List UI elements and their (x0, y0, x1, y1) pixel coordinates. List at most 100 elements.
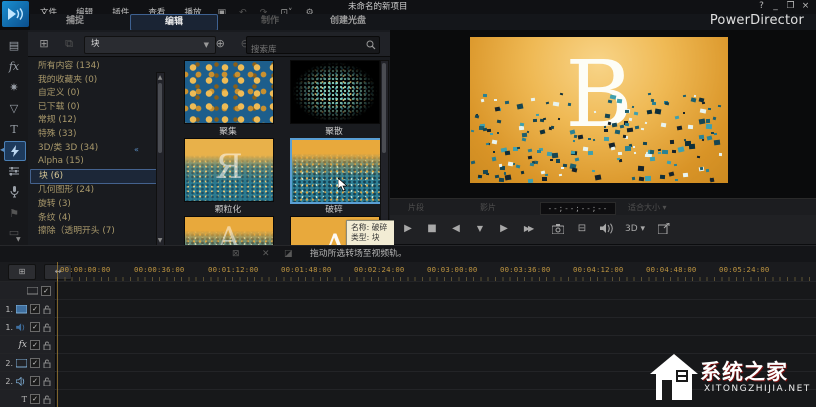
snapshot-button[interactable] (548, 219, 568, 239)
track-enable-checkbox[interactable]: ✓ (30, 322, 40, 332)
tab-edit[interactable]: 编辑 (130, 14, 218, 31)
track-lane[interactable] (56, 300, 816, 318)
chapter-room-icon[interactable]: ⚑ (4, 204, 24, 222)
powerdirector-logo (2, 1, 29, 27)
category-wipe[interactable]: 擦除（透明开头 (7) (30, 225, 158, 239)
monitor-icon (27, 287, 38, 295)
scroll-down-icon[interactable]: ▼ (157, 237, 163, 244)
record-button[interactable]: ▼ (470, 219, 490, 239)
category-rotate[interactable]: 旋转 (3) (30, 198, 158, 212)
track-enable-checkbox[interactable]: ✓ (30, 358, 40, 368)
preview-quality-button[interactable]: ⊟ (572, 219, 592, 239)
track-number: 2. (5, 359, 13, 368)
next-frame-button[interactable]: ▶ (494, 219, 514, 239)
category-geometry[interactable]: 几何图形 (24) (30, 184, 158, 198)
play-button[interactable]: ▶ (398, 219, 418, 239)
fx-track-icon: fx (19, 340, 27, 350)
track-enable-checkbox[interactable]: ✓ (30, 394, 40, 404)
track-number: 1. (5, 305, 13, 314)
title-room-icon[interactable]: T (4, 120, 24, 138)
scroll-up-icon[interactable]: ▲ (157, 74, 163, 81)
close-button[interactable]: × (799, 0, 812, 13)
transition-behavior-icon[interactable]: ⊠ (232, 247, 240, 262)
search-input[interactable] (247, 43, 363, 57)
subtitle-room-icon[interactable]: ▭ (4, 223, 24, 241)
category-special[interactable]: 特殊 (33) (30, 128, 158, 142)
lock-icon[interactable] (43, 341, 51, 350)
preview-frame[interactable]: B (470, 37, 728, 183)
playhead[interactable] (57, 262, 58, 407)
stop-button[interactable]: ■ (422, 219, 442, 239)
track-lane[interactable] (56, 318, 816, 336)
video-track-icon (16, 305, 27, 314)
paste-icon[interactable]: ⧉ (59, 32, 79, 56)
transition-thumb-granulate[interactable]: Я (184, 138, 274, 202)
grid-scrollbar[interactable]: ▼ (380, 60, 389, 245)
movie-mode-toggle[interactable]: 影片 (480, 199, 496, 216)
category-alpha[interactable]: Alpha (15) (30, 155, 158, 169)
scrollbar-thumb[interactable] (158, 83, 162, 153)
cross-transition-icon[interactable]: ✕ (262, 247, 270, 262)
track-header: 1. ✓ (0, 318, 56, 336)
track-enable-checkbox[interactable]: ✓ (30, 340, 40, 350)
category-custom[interactable]: 自定义 (0) (30, 87, 158, 101)
timecode-display[interactable]: --;--;--;-- (540, 202, 616, 215)
effect-room-icon[interactable]: fx (4, 57, 24, 75)
ruler-tick: 00:04:48:00 (646, 265, 697, 274)
fast-forward-button[interactable]: ▶▶ (518, 219, 538, 239)
tab-produce[interactable]: 制作 (250, 14, 290, 29)
track-enable-checkbox[interactable]: ✓ (30, 376, 40, 386)
overlap-transition-icon[interactable]: ◪ (284, 247, 293, 262)
fit-size-dropdown[interactable]: 适合大小 ▾ (628, 199, 667, 216)
maximize-button[interactable]: ❐ (784, 0, 797, 13)
rail-more-chevron-icon[interactable]: ▼ (16, 236, 21, 243)
ruler-tick: 00:02:24:00 (354, 265, 405, 274)
transition-thumb-scatter[interactable] (290, 60, 380, 124)
lock-icon[interactable] (43, 395, 51, 404)
category-favorites[interactable]: 我的收藏夹 (0) (30, 74, 158, 88)
lock-icon[interactable] (43, 305, 51, 314)
audio-mixing-room-icon[interactable] (4, 162, 24, 180)
particle-room-icon[interactable]: ▽ (4, 99, 24, 117)
previous-frame-button[interactable]: ◀ (446, 219, 466, 239)
track-manager-button[interactable]: ⊞ (8, 264, 36, 280)
lock-icon[interactable] (43, 377, 51, 386)
category-general[interactable]: 常规 (12) (30, 114, 158, 128)
voiceover-room-icon[interactable] (4, 183, 24, 201)
particle-overlay (470, 37, 728, 183)
ruler-tick: 00:05:24:00 (719, 265, 770, 274)
category-all[interactable]: 所有内容 (134) (30, 60, 158, 74)
category-filter-dropdown[interactable]: 块 ▼ (84, 36, 216, 54)
help-button[interactable]: ? (755, 0, 768, 13)
audio-track-icon (16, 323, 27, 332)
category-downloaded[interactable]: 已下载 (0) (30, 101, 158, 115)
3d-mode-button[interactable]: 3D ▾ (622, 219, 648, 239)
undock-preview-button[interactable] (654, 219, 674, 239)
scrollbar-thumb[interactable] (382, 63, 386, 153)
category-scrollbar[interactable]: ▲ ▼ (156, 72, 165, 246)
import-media-icon[interactable]: ⊞ (34, 32, 54, 56)
tooltip-name: 名称: 破碎 (351, 223, 394, 233)
lock-icon[interactable] (43, 323, 51, 332)
search-icon[interactable] (366, 40, 376, 50)
track-lane[interactable] (56, 282, 816, 300)
ruler-tick: 00:04:12:00 (573, 265, 624, 274)
minimize-button[interactable]: _ (769, 0, 782, 13)
category-stripes[interactable]: 条纹 (4) (30, 212, 158, 226)
pip-objects-room-icon[interactable]: ✷ (4, 78, 24, 96)
media-room-icon[interactable]: ▤ (4, 36, 24, 54)
transition-thumb-shatter[interactable] (290, 138, 382, 204)
collapse-categories-handle[interactable]: « (134, 145, 139, 154)
volume-button[interactable] (596, 219, 616, 239)
tab-create-disc[interactable]: 创建光盘 (318, 14, 378, 29)
category-block[interactable]: 块 (6) (30, 169, 158, 185)
tab-capture[interactable]: 捕捉 (55, 14, 95, 29)
clip-mode-toggle[interactable]: 片段 (408, 199, 424, 216)
transition-room-icon[interactable] (4, 141, 26, 161)
transition-thumb-partial-left[interactable]: A (184, 216, 274, 245)
track-enable-checkbox[interactable]: ✓ (30, 304, 40, 314)
collapse-rail-handle[interactable]: ◂ (0, 145, 4, 154)
lock-icon[interactable] (43, 359, 51, 368)
transition-thumb-gather[interactable] (184, 60, 274, 124)
track-enable-checkbox[interactable]: ✓ (41, 286, 51, 296)
